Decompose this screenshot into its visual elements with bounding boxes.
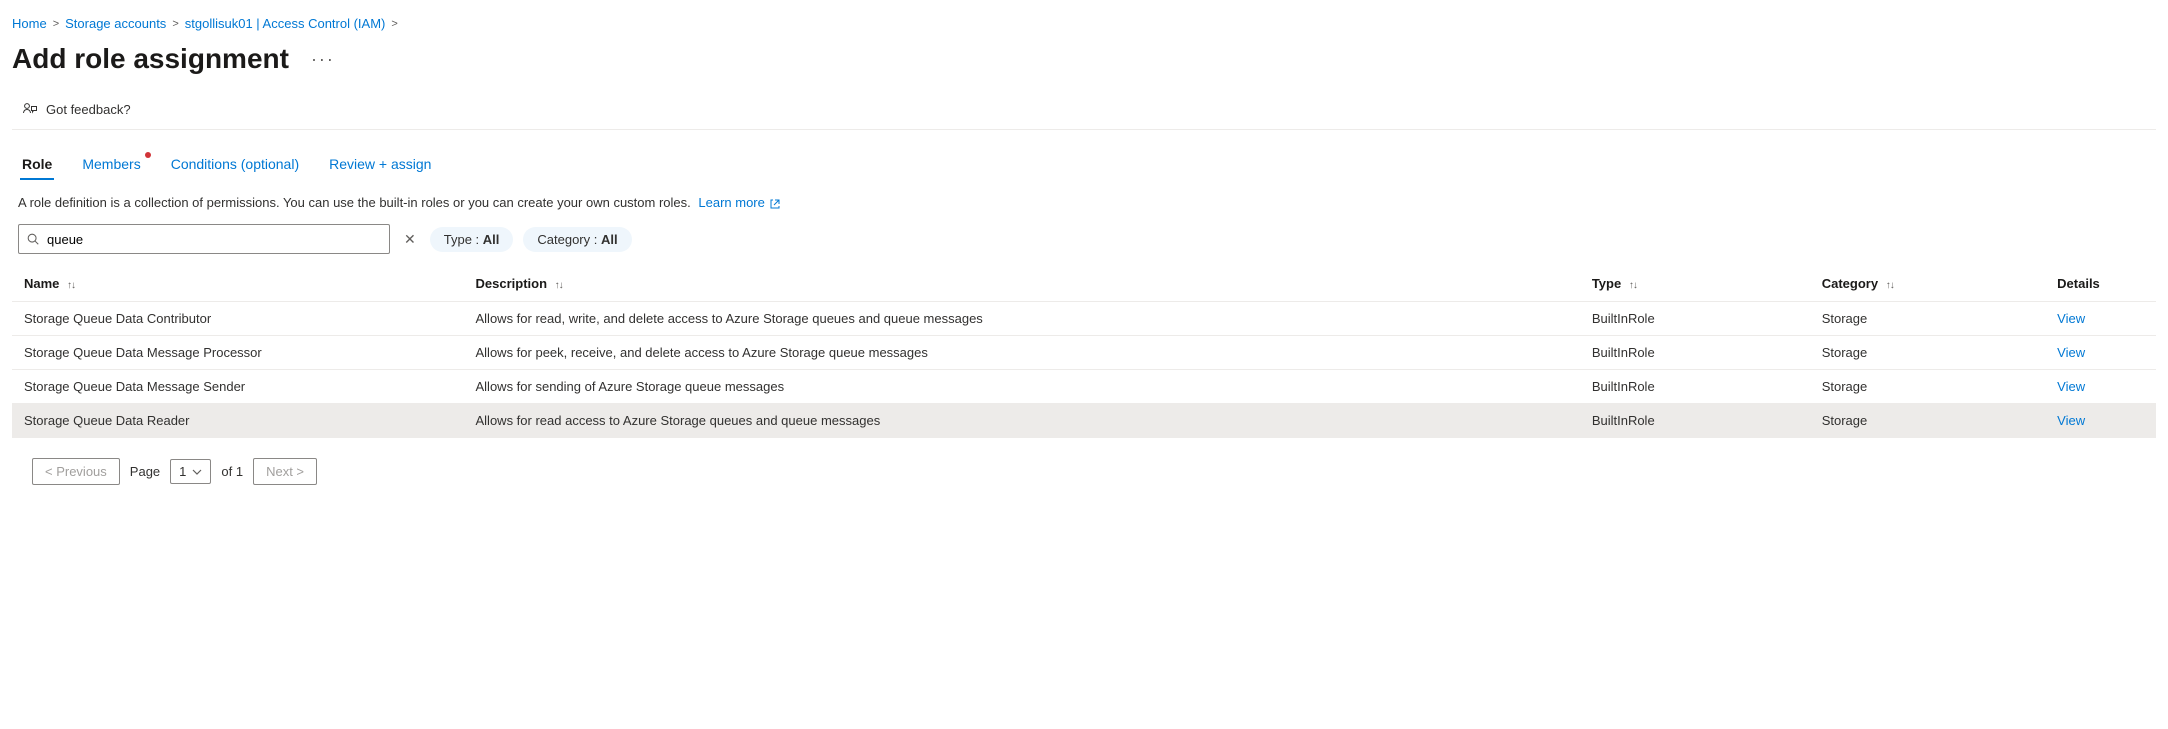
cell-type: BuiltInRole	[1580, 370, 1810, 404]
breadcrumb-item[interactable]: Storage accounts	[65, 16, 166, 31]
col-header-description-label: Description	[476, 276, 548, 291]
title-row: Add role assignment ···	[12, 37, 2156, 93]
search-icon	[26, 232, 40, 246]
prev-page-button[interactable]: < Previous	[32, 458, 120, 485]
table-row[interactable]: Storage Queue Data ContributorAllows for…	[12, 302, 2156, 336]
view-link[interactable]: View	[2057, 311, 2085, 326]
type-filter-value: All	[483, 232, 500, 247]
col-header-details: Details	[2045, 266, 2156, 302]
tab-conditions-optional-[interactable]: Conditions (optional)	[169, 152, 301, 180]
more-actions-button[interactable]: ···	[305, 46, 341, 72]
required-dot-icon	[145, 152, 151, 158]
cell-name: Storage Queue Data Contributor	[12, 302, 464, 336]
col-header-details-label: Details	[2057, 276, 2100, 291]
sort-icon: ↑↓	[67, 280, 75, 291]
role-description-line: A role definition is a collection of per…	[12, 181, 2156, 224]
page-of-label: of 1	[221, 464, 243, 479]
cell-description: Allows for peek, receive, and delete acc…	[464, 336, 1580, 370]
type-filter-pill[interactable]: Type : All	[430, 227, 514, 252]
breadcrumb-item[interactable]: stgollisuk01 | Access Control (IAM)	[185, 16, 386, 31]
sort-icon: ↑↓	[1629, 280, 1637, 291]
description-text: A role definition is a collection of per…	[18, 195, 691, 210]
view-link[interactable]: View	[2057, 345, 2085, 360]
col-header-category[interactable]: Category ↑↓	[1810, 266, 2045, 302]
view-link[interactable]: View	[2057, 379, 2085, 394]
learn-more-link[interactable]: Learn more	[698, 195, 780, 210]
table-row[interactable]: Storage Queue Data Message SenderAllows …	[12, 370, 2156, 404]
feedback-link[interactable]: Got feedback?	[46, 102, 131, 117]
cell-details: View	[2045, 370, 2156, 404]
cell-type: BuiltInRole	[1580, 302, 1810, 336]
col-header-name[interactable]: Name ↑↓	[12, 266, 464, 302]
tabs: Role Members Conditions (optional) Review +…	[12, 130, 2156, 181]
breadcrumb-item[interactable]: Home	[12, 16, 47, 31]
external-link-icon	[770, 199, 780, 209]
col-header-name-label: Name	[24, 276, 59, 291]
cell-details: View	[2045, 404, 2156, 438]
cell-name: Storage Queue Data Reader	[12, 404, 464, 438]
view-link[interactable]: View	[2057, 413, 2085, 428]
cell-category: Storage	[1810, 370, 2045, 404]
cell-description: Allows for read, write, and delete acces…	[464, 302, 1580, 336]
tab-members[interactable]: Members	[80, 152, 142, 180]
page-title: Add role assignment	[12, 43, 289, 75]
feedback-icon	[22, 101, 38, 117]
chevron-right-icon: >	[391, 18, 397, 30]
cell-category: Storage	[1810, 336, 2045, 370]
type-filter-prefix: Type :	[444, 232, 483, 247]
clear-search-button[interactable]: ✕	[400, 231, 420, 248]
cell-type: BuiltInRole	[1580, 404, 1810, 438]
sort-icon: ↑↓	[555, 280, 563, 291]
chevron-down-icon	[192, 467, 202, 477]
tab-role[interactable]: Role	[20, 152, 54, 180]
category-filter-prefix: Category :	[537, 232, 601, 247]
chevron-right-icon: >	[172, 18, 178, 30]
cell-name: Storage Queue Data Message Processor	[12, 336, 464, 370]
tab-review-assign[interactable]: Review + assign	[327, 152, 433, 180]
pagination: < Previous Page 1 of 1 Next >	[12, 438, 2156, 515]
breadcrumb: Home > Storage accounts > stgollisuk01 | Acc…	[12, 10, 2156, 37]
category-filter-pill[interactable]: Category : All	[523, 227, 631, 252]
next-page-button[interactable]: Next >	[253, 458, 317, 485]
filter-row: ✕ Type : All Category : All	[12, 224, 2156, 266]
page-select[interactable]: 1	[170, 459, 211, 484]
chevron-right-icon: >	[53, 18, 59, 30]
cell-details: View	[2045, 336, 2156, 370]
cell-description: Allows for read access to Azure Storage …	[464, 404, 1580, 438]
col-header-type[interactable]: Type ↑↓	[1580, 266, 1810, 302]
feedback-bar[interactable]: Got feedback?	[12, 93, 2156, 130]
table-row[interactable]: Storage Queue Data Message ProcessorAllo…	[12, 336, 2156, 370]
category-filter-value: All	[601, 232, 618, 247]
learn-more-label: Learn more	[698, 195, 764, 210]
cell-description: Allows for sending of Azure Storage queu…	[464, 370, 1580, 404]
page-label: Page	[130, 464, 160, 479]
table-row[interactable]: Storage Queue Data ReaderAllows for read…	[12, 404, 2156, 438]
cell-name: Storage Queue Data Message Sender	[12, 370, 464, 404]
roles-table: Name ↑↓ Description ↑↓ Type ↑↓ Category …	[12, 266, 2156, 438]
col-header-category-label: Category	[1822, 276, 1878, 291]
sort-icon: ↑↓	[1886, 280, 1894, 291]
col-header-type-label: Type	[1592, 276, 1621, 291]
cell-category: Storage	[1810, 302, 2045, 336]
cell-details: View	[2045, 302, 2156, 336]
col-header-description[interactable]: Description ↑↓	[464, 266, 1580, 302]
search-input[interactable]	[18, 224, 390, 254]
page-current: 1	[179, 464, 186, 479]
search-field[interactable]	[18, 224, 390, 254]
cell-type: BuiltInRole	[1580, 336, 1810, 370]
cell-category: Storage	[1810, 404, 2045, 438]
